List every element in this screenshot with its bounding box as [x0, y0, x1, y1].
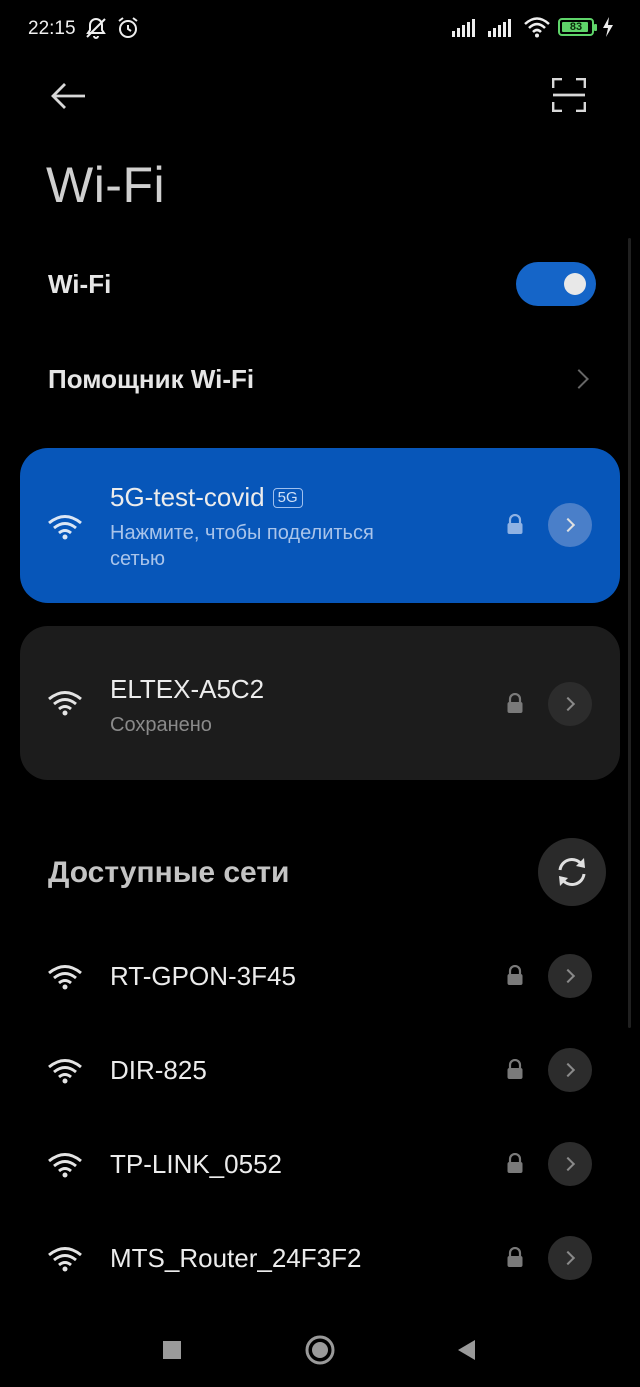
qr-scan-icon	[552, 78, 586, 112]
wifi-signal-icon	[48, 965, 82, 990]
chevron-right-icon	[560, 1250, 576, 1266]
lock-icon	[507, 1247, 523, 1267]
refresh-button[interactable]	[538, 838, 606, 906]
network-name: DIR-825	[110, 1055, 207, 1085]
wifi-signal-icon	[48, 1059, 82, 1084]
network-details-button[interactable]	[548, 1236, 592, 1280]
available-network-row[interactable]: MTS_Router_24F3F2	[0, 1229, 640, 1289]
back-arrow-icon	[51, 83, 85, 109]
network-details-button[interactable]	[548, 1142, 592, 1186]
wifi-signal-icon	[48, 1153, 82, 1178]
home-button[interactable]	[304, 1334, 336, 1366]
status-left-icons	[84, 16, 140, 40]
network-details-button[interactable]	[548, 503, 592, 547]
page-title: Wi-Fi	[46, 157, 166, 213]
wifi-toggle-row[interactable]: Wi-Fi	[48, 260, 596, 308]
charging-icon	[603, 17, 613, 37]
alarm-icon	[118, 17, 138, 38]
network-name: MTS_Router_24F3F2	[110, 1243, 362, 1273]
wifi-assistant-label: Помощник Wi-Fi	[48, 363, 255, 394]
chevron-right-icon	[560, 517, 576, 533]
network-name-text: ELTEX-A5C2	[110, 674, 265, 704]
network-name-text: 5G-test-covid	[110, 482, 265, 512]
available-network-row[interactable]: DIR-825	[0, 1041, 640, 1101]
saved-network-card[interactable]: ELTEX-A5C2 Сохранено	[20, 626, 620, 780]
battery-level: 83	[569, 21, 583, 33]
scrollbar[interactable]	[628, 238, 631, 1028]
network-details-button[interactable]	[548, 682, 592, 726]
network-name: 5G-test-covid 5G	[110, 482, 303, 513]
home-circle-icon	[305, 1335, 335, 1365]
wifi-assistant-row[interactable]: Помощник Wi-Fi	[48, 356, 596, 402]
available-network-row[interactable]: TP-LINK_0552	[0, 1135, 640, 1195]
network-name: RT-GPON-3F45	[110, 961, 296, 991]
chevron-right-icon	[560, 696, 576, 712]
back-button[interactable]	[46, 74, 92, 118]
network-details-button[interactable]	[548, 954, 592, 998]
lock-icon	[507, 514, 523, 534]
wifi-signal-icon	[48, 1247, 82, 1272]
network-subtitle: Сохранено	[110, 714, 212, 736]
status-right-icons: 83	[452, 16, 614, 38]
signal-icon	[452, 19, 475, 37]
available-networks-title: Доступные сети	[48, 856, 290, 889]
lock-icon	[507, 693, 523, 713]
chevron-right-icon	[560, 968, 576, 984]
signal-icon	[488, 19, 511, 37]
notifications-off-icon	[86, 17, 106, 39]
toggle-knob	[564, 273, 586, 295]
network-name: ELTEX-A5C2	[110, 674, 264, 705]
network-details-button[interactable]	[548, 1048, 592, 1092]
recents-button[interactable]	[156, 1334, 188, 1366]
recents-square-icon	[163, 1341, 181, 1359]
nav-back-button[interactable]	[450, 1334, 482, 1366]
network-name: TP-LINK_0552	[110, 1149, 282, 1179]
status-time: 22:15	[28, 18, 76, 39]
chevron-right-icon	[569, 369, 589, 389]
network-subtitle-line2: сетью	[110, 548, 166, 570]
lock-icon	[507, 965, 523, 985]
wifi-status-icon	[524, 17, 550, 38]
chevron-right-icon	[560, 1062, 576, 1078]
qr-scan-button[interactable]	[544, 70, 594, 120]
available-network-row[interactable]: RT-GPON-3F45	[0, 947, 640, 1007]
band-badge: 5G	[272, 487, 303, 508]
wifi-toggle-label: Wi-Fi	[48, 268, 112, 299]
connected-network-card[interactable]: 5G-test-covid 5G Нажмите, чтобы поделить…	[20, 448, 620, 603]
chevron-right-icon	[560, 1156, 576, 1172]
lock-icon	[507, 1153, 523, 1173]
back-triangle-icon	[458, 1340, 475, 1360]
status-bar: 22:15 83	[0, 0, 640, 60]
wifi-signal-icon	[48, 691, 82, 716]
refresh-icon	[558, 858, 586, 886]
navigation-bar	[0, 1310, 640, 1387]
battery-icon: 83	[558, 18, 597, 36]
wifi-signal-icon	[48, 515, 82, 540]
lock-icon	[507, 1059, 523, 1079]
wifi-toggle[interactable]	[516, 262, 596, 306]
network-subtitle: Нажмите, чтобы поделиться сетью	[110, 520, 374, 572]
network-subtitle-line1: Нажмите, чтобы поделиться	[110, 522, 374, 544]
